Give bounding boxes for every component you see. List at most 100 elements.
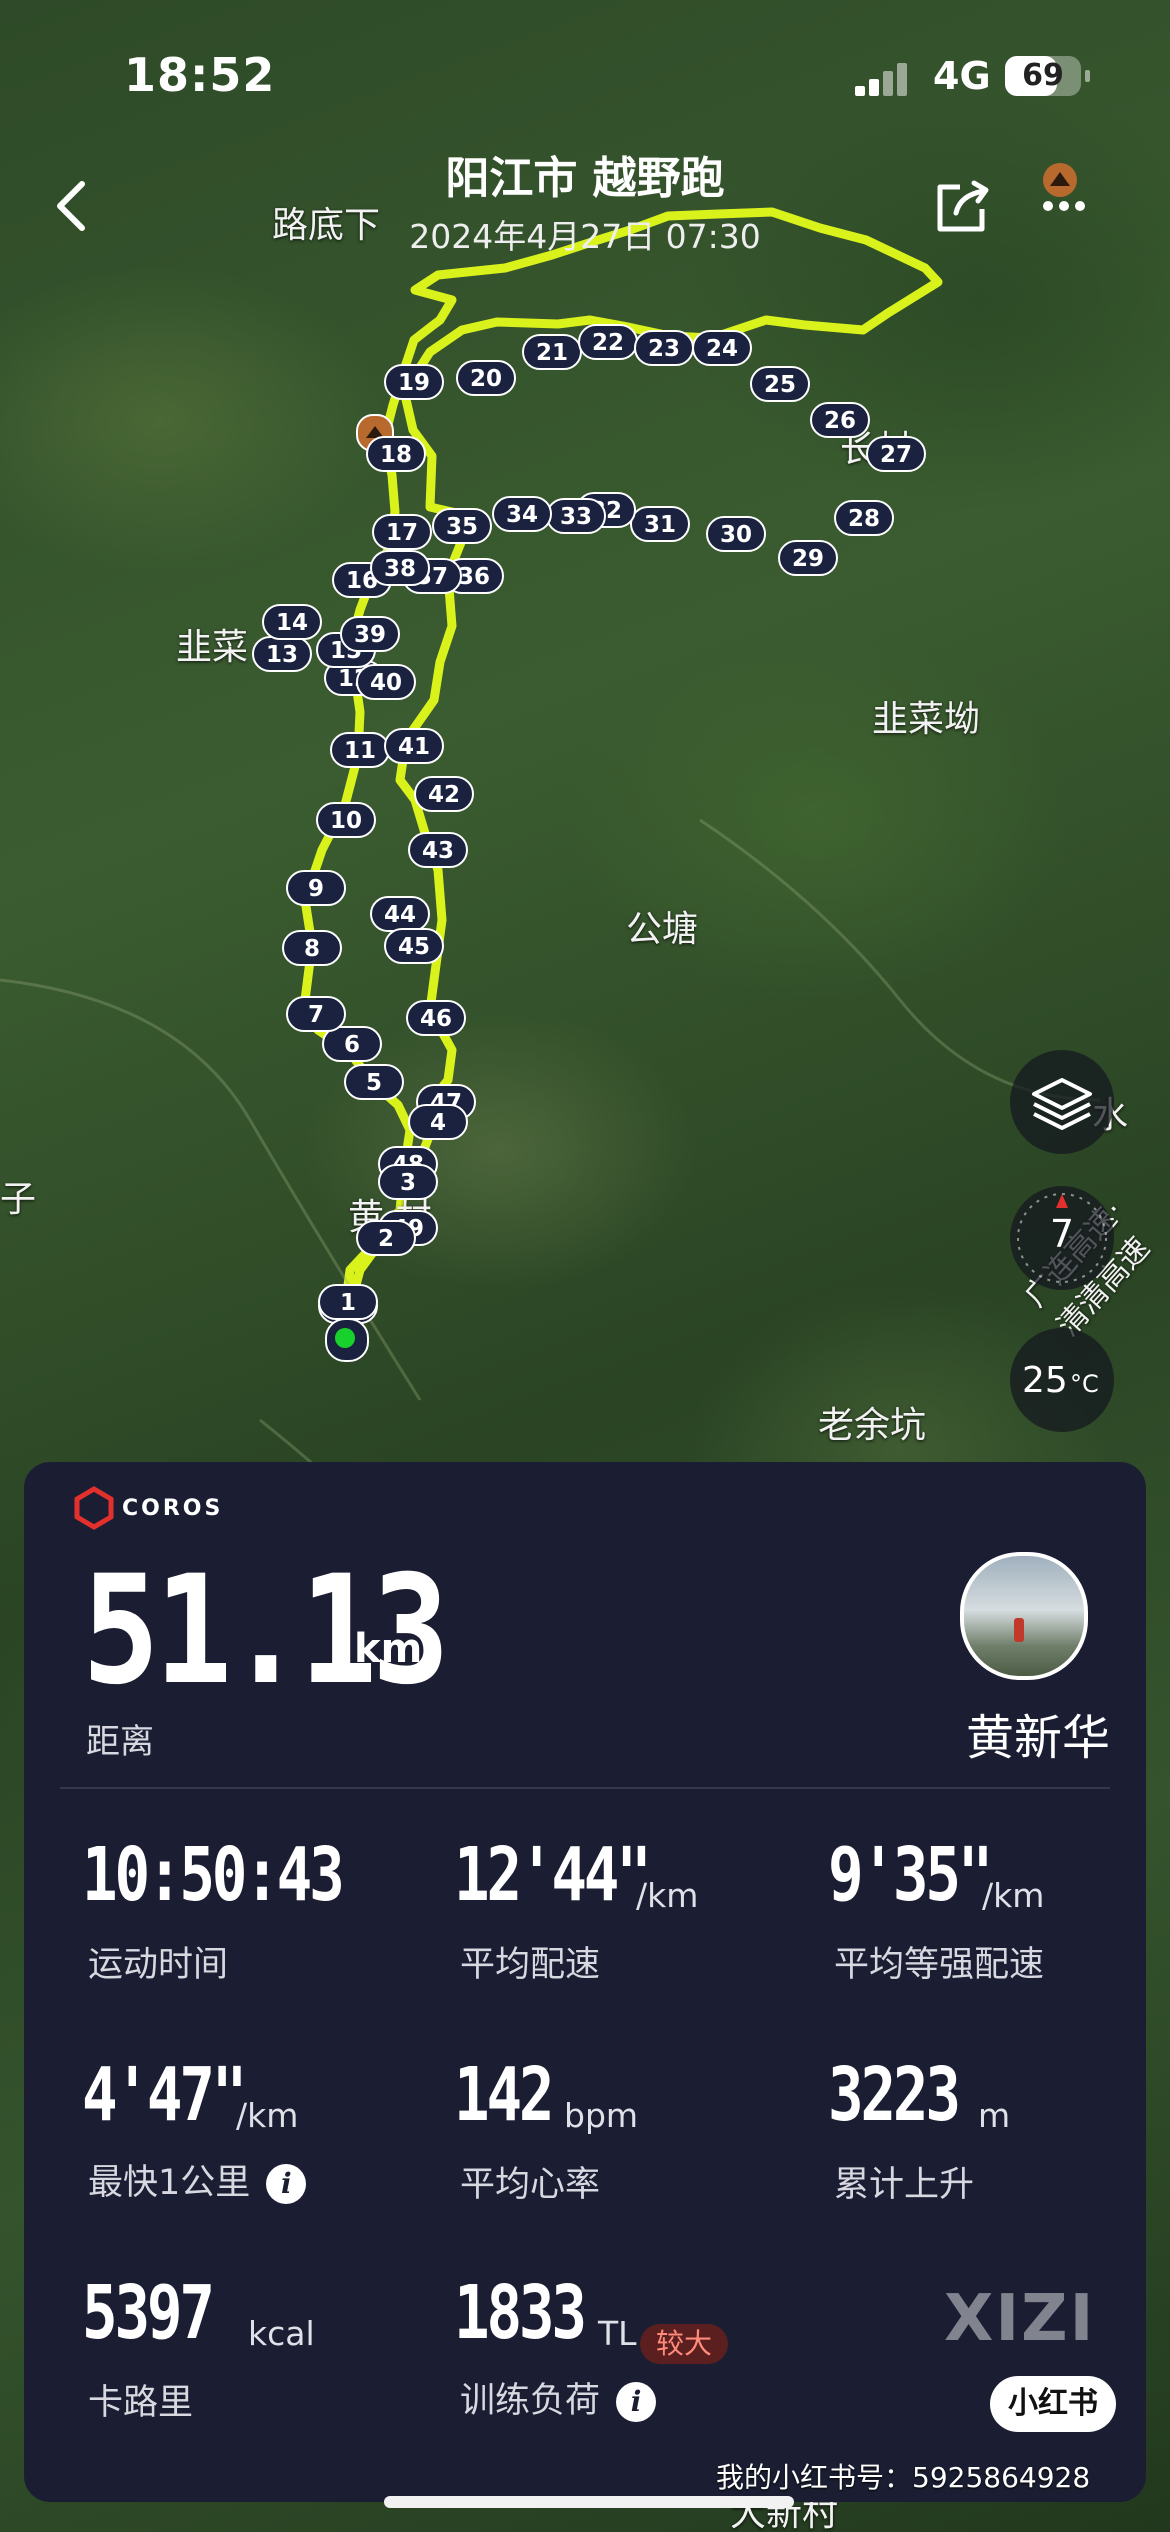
route-marker[interactable]: 23 (634, 330, 694, 366)
stat-label: 训练负荷 (460, 2381, 601, 2421)
route-marker[interactable]: 24 (692, 330, 752, 366)
brand-name: COROS (122, 1496, 224, 1521)
temperature-unit: °C (1070, 1370, 1099, 1398)
route-marker[interactable]: 14 (262, 604, 322, 640)
place-label: 老余坑 (818, 1405, 927, 1446)
stat-value: 1833 (454, 2270, 587, 2356)
route-marker[interactable]: 2 (356, 1220, 416, 1256)
stat-label: 平均心率 (460, 2165, 601, 2205)
activity-summary-card: COROS 51.13 km 距离 黄新华 10:50:43 运动时间 12'4… (24, 1462, 1146, 2502)
route-marker[interactable]: 22 (578, 324, 638, 360)
weather-button[interactable]: 25 °C (1010, 1328, 1114, 1432)
route-marker[interactable]: 38 (370, 550, 430, 586)
place-label: 韭菜 (176, 627, 249, 668)
stat-value: 5397 (82, 2270, 215, 2356)
start-point-icon[interactable] (325, 1318, 369, 1362)
stat-label: 卡路里 (88, 2383, 194, 2423)
route-marker[interactable]: 39 (340, 616, 400, 652)
distance-label: 距离 (86, 1722, 154, 1762)
stat-value: 3223 (828, 2052, 961, 2138)
route-marker[interactable]: 27 (866, 436, 926, 472)
route-marker[interactable]: 29 (778, 540, 838, 576)
stat-label: 运动时间 (88, 1945, 229, 1985)
distance-unit: km (354, 1626, 423, 1672)
compass-value: 7 (1049, 1212, 1075, 1256)
stat-unit: kcal (248, 2314, 315, 2353)
route-marker[interactable]: 17 (372, 514, 432, 550)
info-icon[interactable]: i (266, 2164, 307, 2204)
divider (60, 1787, 1110, 1789)
route-marker[interactable]: 26 (810, 402, 870, 438)
stat-value: 12'44" (454, 1832, 652, 1918)
home-indicator[interactable] (384, 2496, 794, 2508)
route-marker[interactable]: 7 (286, 996, 346, 1032)
temperature-value: 25 (1022, 1360, 1068, 1401)
stat-value: 4'47" (82, 2052, 247, 2138)
route-marker[interactable]: 20 (456, 360, 516, 396)
route-marker[interactable]: 10 (316, 802, 376, 838)
route-marker[interactable]: 42 (414, 776, 474, 812)
route-marker[interactable]: 41 (384, 728, 444, 764)
chevron-left-icon (57, 181, 85, 231)
route-marker[interactable]: 21 (522, 334, 582, 370)
stat-avg-heart-rate: 142 bpm 平均心率 (454, 2052, 638, 2205)
place-label: 子 (0, 1179, 37, 1220)
more-button[interactable] (1030, 160, 1110, 220)
stat-avg-grade-pace: 9'35" /km 平均等强配速 (828, 1832, 1044, 1985)
stat-unit: bpm (564, 2096, 639, 2135)
watermark: XIZI (944, 2282, 1096, 2356)
info-icon[interactable]: i (616, 2382, 657, 2422)
stat-unit: /km (982, 1876, 1045, 1915)
route-marker[interactable]: 3 (378, 1164, 438, 1200)
route-marker[interactable]: 40 (356, 664, 416, 700)
route-marker[interactable]: 9 (286, 870, 346, 906)
route-marker[interactable]: 43 (408, 832, 468, 868)
route-marker[interactable]: 25 (750, 366, 810, 402)
stat-elevation-gain: 3223 m 累计上升 (828, 2052, 1010, 2205)
route-marker[interactable]: 19 (384, 364, 444, 400)
place-label: 公塘 (626, 909, 699, 950)
route-marker[interactable]: 30 (706, 516, 766, 552)
stat-label: 平均等强配速 (834, 1945, 1045, 1985)
route-marker[interactable]: 31 (630, 506, 690, 542)
stat-value: 10:50:43 (82, 1832, 345, 1918)
route-marker[interactable]: 13 (252, 636, 312, 672)
route-marker[interactable]: 33 (546, 498, 606, 534)
stat-label: 平均配速 (460, 1945, 601, 1985)
stat-fastest-km: 4'47" /km 最快1公里 i (82, 2052, 307, 2204)
route-marker[interactable]: 45 (384, 928, 444, 964)
user-name[interactable]: 黄新华 (884, 1698, 1110, 1768)
layers-button[interactable] (1010, 1050, 1114, 1154)
route-marker[interactable]: 35 (432, 508, 492, 544)
route-marker[interactable]: 46 (406, 1000, 466, 1036)
route-marker[interactable]: 11 (330, 732, 390, 768)
activity-datetime: 2024年4月27日 07:30 (409, 217, 761, 256)
compass-button[interactable]: 7 (1010, 1186, 1114, 1290)
status-time: 18:52 (124, 48, 276, 102)
route-marker[interactable]: 5 (344, 1064, 404, 1100)
stat-unit: /km (636, 1876, 699, 1915)
coros-logo-icon (74, 1486, 114, 1530)
battery-icon: 69 (1005, 56, 1090, 96)
stat-duration: 10:50:43 运动时间 (82, 1832, 406, 1985)
xiaohongshu-logo: 小红书 (990, 2376, 1116, 2432)
share-button[interactable] (930, 175, 994, 239)
stat-value: 9'35" (828, 1832, 993, 1918)
avatar[interactable] (960, 1552, 1088, 1680)
battery-percent: 69 (1022, 58, 1064, 93)
route-marker[interactable]: 4 (408, 1104, 468, 1140)
route-marker[interactable]: 34 (492, 496, 552, 532)
stat-unit: /km (236, 2096, 299, 2135)
account-id: 我的小红书号：5925864928 (716, 2461, 1091, 2494)
route-marker[interactable]: 18 (366, 436, 426, 472)
stat-training-load: 1833 TL 训练负荷 i (454, 2270, 657, 2422)
back-button[interactable] (44, 176, 104, 236)
stat-label-row: 训练负荷 i (460, 2372, 657, 2423)
route-marker[interactable]: 8 (282, 930, 342, 966)
route-marker[interactable]: 28 (834, 500, 894, 536)
status-bar: 18:52 4G 69 (0, 0, 1170, 150)
route-marker[interactable]: 1 (318, 1284, 378, 1320)
stat-unit: TL (598, 2314, 637, 2353)
route-marker[interactable]: 44 (370, 896, 430, 932)
stat-label: 累计上升 (834, 2165, 975, 2205)
